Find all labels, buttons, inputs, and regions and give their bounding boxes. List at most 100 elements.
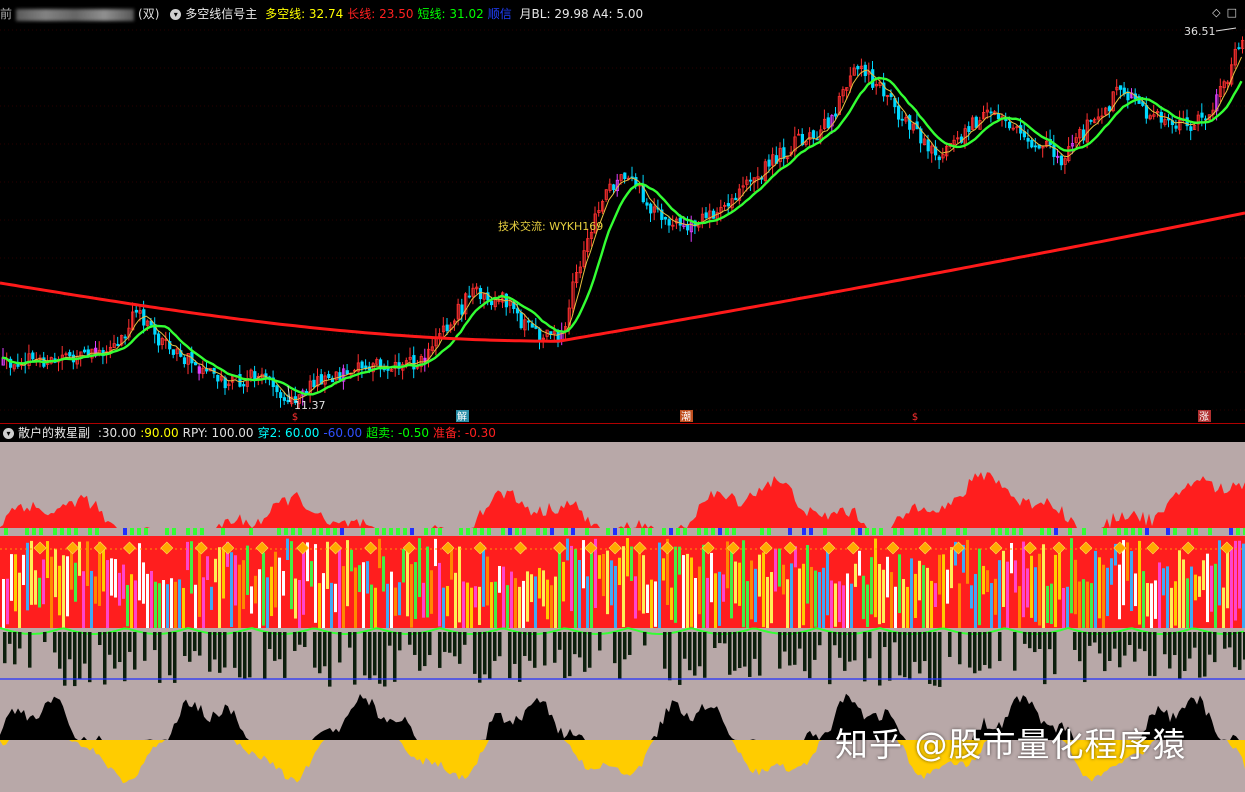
- candlestick: [1041, 145, 1045, 158]
- dark-spike: [223, 632, 227, 668]
- signal-dot: [1068, 528, 1072, 535]
- candlestick: [793, 126, 797, 161]
- band-bar: [1086, 581, 1089, 628]
- signal-dot: [802, 528, 806, 535]
- candle-body: [897, 105, 901, 120]
- dark-spike: [738, 632, 742, 669]
- band-bar: [70, 551, 73, 590]
- band-bar: [682, 555, 685, 628]
- band-bar: [662, 558, 665, 581]
- candlestick: [1167, 114, 1171, 128]
- signal-dot: [928, 528, 932, 535]
- dark-spike: [363, 632, 367, 676]
- signal-dot: [74, 528, 78, 535]
- dark-spike: [1028, 632, 1032, 649]
- band-bar: [878, 563, 881, 625]
- collapse-icon[interactable]: ▾: [170, 9, 182, 20]
- candles-group: [1, 36, 1245, 410]
- band-bar: [198, 542, 201, 617]
- main-kline-chart[interactable]: 36.51 11.37 技术交流: WYKH169 $ 解 潮 $ 涨: [0, 0, 1245, 424]
- main-legend-item: 长线: 23.50: [347, 7, 414, 21]
- dark-spike: [1013, 632, 1017, 671]
- candlestick: [449, 322, 453, 333]
- main-legend-item: 多空线: 32.74: [265, 7, 344, 21]
- band-bar: [230, 552, 233, 628]
- candlestick: [227, 380, 231, 391]
- dark-spike: [413, 632, 417, 655]
- dark-spike: [53, 632, 57, 653]
- candlestick: [478, 285, 483, 305]
- watermark-text: 知乎 @股市量化程序猿: [835, 725, 1187, 764]
- signal-marker: 解: [456, 410, 469, 423]
- candlestick: [201, 360, 205, 379]
- candlestick: [467, 285, 472, 299]
- band-bar: [46, 541, 49, 579]
- band-bar: [1218, 540, 1221, 606]
- dark-spike: [553, 632, 557, 663]
- band-bar: [158, 583, 161, 628]
- candlestick: [412, 346, 416, 379]
- main-indicator-name[interactable]: 多空线信号主: [185, 7, 257, 21]
- signal-dot: [956, 528, 960, 535]
- dark-spike: [478, 632, 482, 683]
- dark-spike: [1118, 632, 1122, 668]
- signal-dot: [718, 528, 722, 535]
- dark-spike: [643, 632, 647, 646]
- dark-spike: [1168, 632, 1172, 669]
- band-bar: [470, 587, 473, 628]
- dark-spike: [998, 632, 1002, 662]
- dark-spike: [928, 632, 932, 684]
- dark-spike: [118, 632, 122, 663]
- band-bar: [22, 554, 25, 586]
- dark-spike: [533, 632, 537, 668]
- candle-body: [412, 355, 416, 370]
- dark-spike: [748, 632, 752, 677]
- candle-body: [279, 392, 283, 398]
- band-bar: [874, 538, 877, 618]
- candle-body: [996, 113, 1001, 120]
- candlestick: [1233, 42, 1237, 69]
- signal-dot: [165, 528, 169, 535]
- candlestick: [1063, 155, 1067, 174]
- dark-spike: [13, 632, 17, 665]
- collapse-icon[interactable]: ▾: [3, 428, 14, 439]
- band-bar: [1234, 540, 1237, 621]
- candle-body: [116, 343, 120, 346]
- candlestick: [197, 364, 201, 381]
- candle-body: [649, 203, 653, 214]
- candlestick: [663, 216, 668, 225]
- candlestick: [860, 58, 864, 77]
- dark-spike: [693, 632, 697, 676]
- candlestick: [900, 111, 904, 127]
- dark-spike: [558, 632, 562, 650]
- band-bar: [130, 574, 133, 628]
- candle-body: [360, 361, 364, 369]
- band-bar: [570, 545, 573, 612]
- dark-spike: [1128, 632, 1132, 645]
- dark-spike: [388, 632, 392, 646]
- diamond-icon[interactable]: ◇: [1212, 6, 1220, 19]
- band-bar: [174, 581, 177, 628]
- dark-spike: [1133, 632, 1137, 662]
- signal-dot: [1187, 528, 1191, 535]
- candlestick: [1015, 125, 1019, 134]
- candlestick: [604, 189, 608, 203]
- candlestick: [723, 202, 727, 211]
- dark-spike: [618, 632, 622, 679]
- square-icon[interactable]: □: [1227, 6, 1237, 19]
- dark-spike: [623, 632, 627, 660]
- band-bar: [1066, 586, 1069, 628]
- signal-dot: [732, 528, 736, 535]
- dark-spike: [43, 632, 47, 643]
- main-legend-item: 顺信: [487, 7, 516, 21]
- sub-indicator-name[interactable]: 散户的救星副: [18, 426, 90, 440]
- band-bar: [930, 580, 933, 628]
- band-bar: [522, 580, 525, 628]
- signal-dot: [683, 528, 687, 535]
- band-bar: [758, 554, 761, 597]
- candlestick: [856, 64, 860, 76]
- band-bar: [1022, 541, 1025, 618]
- signal-dot: [1131, 528, 1135, 535]
- candlestick: [908, 114, 912, 139]
- band-bar: [902, 579, 905, 628]
